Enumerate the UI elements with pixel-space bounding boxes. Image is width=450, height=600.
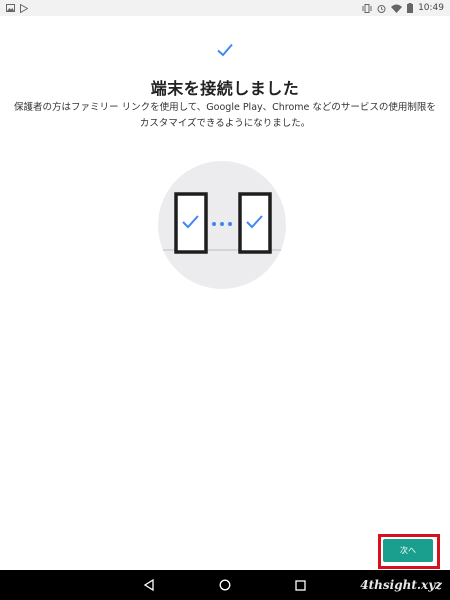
status-bar: 10:49	[0, 0, 450, 16]
image-icon	[6, 4, 15, 12]
left-device-icon	[174, 192, 208, 254]
home-icon[interactable]	[217, 577, 233, 593]
page-description: 保護者の方はファミリー リンクを使用して、Google Play、Chrome …	[14, 102, 436, 129]
next-button[interactable]: 次へ	[383, 539, 433, 562]
status-right: 10:49	[362, 0, 444, 16]
recents-icon[interactable]	[292, 577, 308, 593]
status-left	[6, 0, 28, 16]
right-device-icon	[238, 192, 272, 254]
devices-connected-illustration	[158, 161, 286, 289]
status-time: 10:49	[418, 3, 444, 13]
back-icon[interactable]	[141, 577, 157, 593]
play-store-icon	[20, 3, 28, 13]
battery-icon	[407, 3, 414, 13]
connection-dots-icon	[212, 222, 232, 226]
alarm-icon	[377, 4, 386, 13]
vibrate-icon	[362, 3, 372, 13]
screen: 10:49 端末を接続しました 保護者の方はファミリー リンクを使用して、Goo…	[0, 0, 450, 600]
wifi-icon	[391, 4, 403, 13]
watermark: 4thsight.xyz	[360, 578, 442, 592]
check-icon	[217, 43, 233, 57]
page-title: 端末を接続しました	[150, 79, 300, 98]
